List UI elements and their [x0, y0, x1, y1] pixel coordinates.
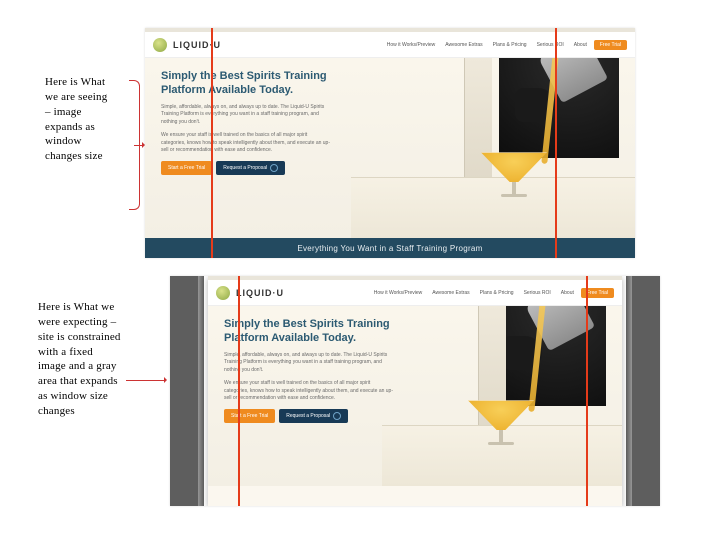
screenshot-expecting: LIQUID·U How it Works/Preview Awesome Ex… [170, 276, 660, 506]
hero-p2-b: We ensure your staff is well trained on … [224, 380, 394, 403]
site-seeing: LIQUID·U How it Works/Preview Awesome Ex… [145, 28, 635, 258]
caption-expecting: Here is What we were expecting – site is… [38, 300, 123, 419]
gutter-right [626, 276, 660, 506]
gutter-left [170, 276, 204, 506]
cta-start-trial-b[interactable]: Start a Free Trial [224, 409, 275, 423]
nav-about[interactable]: About [574, 42, 587, 48]
guide-left-b [238, 276, 240, 506]
section-band: Everything You Want in a Staff Training … [145, 238, 635, 258]
nav-free-trial-button[interactable]: Free Trial [594, 40, 627, 50]
nav-how-it-works-b[interactable]: How it Works/Preview [374, 290, 423, 296]
cta-start-trial[interactable]: Start a Free Trial [161, 161, 212, 175]
hero-p1: Simple, affordable, always on, and alway… [161, 104, 331, 127]
guide-right-b [586, 276, 588, 506]
logo-icon-b [216, 286, 230, 300]
hero-copy-b: Simply the Best Spirits Training Platfor… [224, 318, 394, 423]
hero-headline-b: Simply the Best Spirits Training Platfor… [224, 318, 394, 346]
nav-pricing-b[interactable]: Plans & Pricing [480, 290, 514, 296]
nav-pricing[interactable]: Plans & Pricing [493, 42, 527, 48]
arrow-expecting [126, 380, 166, 381]
site-expecting: LIQUID·U How it Works/Preview Awesome Ex… [208, 276, 622, 506]
hero-image [351, 58, 635, 238]
guide-left [211, 28, 213, 258]
nav-how-it-works[interactable]: How it Works/Preview [387, 42, 436, 48]
screenshot-seeing: LIQUID·U How it Works/Preview Awesome Ex… [145, 28, 635, 258]
brand-text-b: LIQUID·U [236, 288, 284, 298]
site-nav: LIQUID·U How it Works/Preview Awesome Ex… [145, 32, 635, 58]
site-nav-b: LIQUID·U How it Works/Preview Awesome Ex… [208, 280, 622, 306]
martini-glass-icon-b [468, 400, 534, 446]
brand-text: LIQUID·U [173, 40, 221, 50]
hero: Simply the Best Spirits Training Platfor… [145, 58, 635, 238]
cta-request-proposal[interactable]: Request a Proposal [216, 161, 285, 175]
bracket-seeing [122, 80, 142, 210]
caption-seeing: Here is What we are seeing – image expan… [45, 75, 115, 164]
hero-headline: Simply the Best Spirits Training Platfor… [161, 70, 331, 98]
hero-p1-b: Simple, affordable, always on, and alway… [224, 352, 394, 375]
cta-request-proposal-b[interactable]: Request a Proposal [279, 409, 348, 423]
martini-glass-icon [481, 152, 547, 198]
nav-roi-b[interactable]: Serious ROI [524, 290, 551, 296]
nav-extras[interactable]: Awesome Extras [445, 42, 482, 48]
guide-right [555, 28, 557, 258]
hero-b: Simply the Best Spirits Training Platfor… [208, 306, 622, 486]
logo-icon [153, 38, 167, 52]
nav-roi[interactable]: Serious ROI [537, 42, 564, 48]
nav-about-b[interactable]: About [561, 290, 574, 296]
hero-p2: We ensure your staff is well trained on … [161, 132, 331, 155]
hero-copy: Simply the Best Spirits Training Platfor… [161, 70, 331, 175]
nav-extras-b[interactable]: Awesome Extras [432, 290, 469, 296]
